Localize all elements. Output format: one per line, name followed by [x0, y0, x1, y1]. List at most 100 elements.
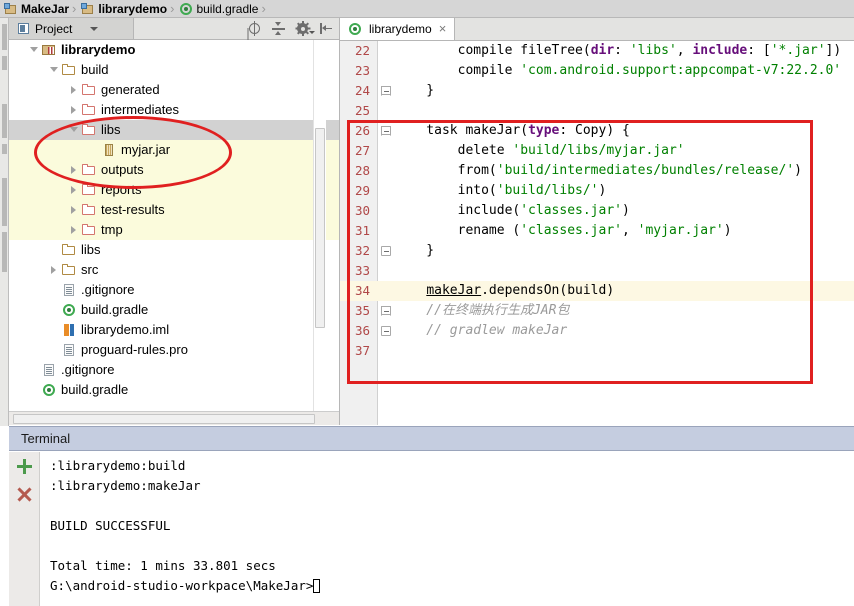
code-fold-icon[interactable] — [381, 246, 391, 256]
tree-node-label: libs — [101, 122, 121, 137]
code-line-28[interactable]: 28 from('build/intermediates/bundles/rel… — [340, 161, 854, 181]
chevron-right-icon[interactable] — [67, 220, 81, 240]
code-fold-icon[interactable] — [381, 86, 391, 96]
code-line-33[interactable]: 33 — [340, 261, 854, 281]
code-line-29[interactable]: 29 into('build/libs/') — [340, 181, 854, 201]
code-fold-icon[interactable] — [381, 306, 391, 316]
code-line-text: } — [395, 243, 435, 258]
folder-red-icon — [81, 222, 97, 238]
gear-icon[interactable] — [295, 21, 315, 36]
chevron-down-icon[interactable] — [67, 120, 81, 140]
terminal-prompt[interactable]: G:\android-studio-workpace\MakeJar> — [41, 576, 854, 596]
tree-node-label: src — [81, 262, 99, 277]
collapse-all-icon[interactable] — [271, 21, 286, 36]
code-line-34[interactable]: 34 makeJar.dependsOn(build) — [340, 281, 854, 301]
project-view-icon — [17, 22, 30, 35]
terminal-cursor — [313, 579, 321, 593]
code-line-36[interactable]: 36 // gradlew makeJar — [340, 321, 854, 341]
new-session-icon[interactable] — [9, 452, 40, 480]
scrollbar-thumb[interactable] — [13, 414, 315, 424]
terminal-header[interactable]: Terminal — [9, 426, 854, 451]
editor-tab-bar: librarydemo × — [340, 18, 854, 41]
code-line-24[interactable]: 24 } — [340, 81, 854, 101]
code-line-text: include('classes.jar') — [395, 203, 630, 218]
chevron-right-icon[interactable] — [67, 100, 81, 120]
tree-node-label: build.gradle — [81, 302, 149, 317]
hide-window-icon[interactable] — [319, 21, 334, 36]
tree-node-libs[interactable]: libs — [9, 120, 339, 140]
breadcrumb-item-librarydemo[interactable]: librarydemo — [77, 0, 169, 18]
tree-vertical-scrollbar[interactable] — [313, 40, 326, 411]
folder-red-icon — [81, 122, 97, 138]
folder-red-icon — [81, 102, 97, 118]
tree-node-intermediates[interactable]: intermediates — [9, 100, 339, 120]
tree-node--gitignore[interactable]: .gitignore — [9, 280, 339, 300]
code-line-30[interactable]: 30 include('classes.jar') — [340, 201, 854, 221]
code-line-text: compile fileTree(dir: 'libs', include: [… — [457, 43, 842, 58]
tree-node-reports[interactable]: reports — [9, 180, 339, 200]
close-icon[interactable]: × — [437, 22, 449, 35]
code-line-32[interactable]: 32 } — [340, 241, 854, 261]
tree-node-myjar-jar[interactable]: myjar.jar — [9, 140, 339, 160]
module-icon — [81, 2, 95, 16]
tree-node-librarydemo[interactable]: librarydemo — [9, 40, 339, 60]
tree-horizontal-scrollbar[interactable] — [9, 411, 339, 425]
tree-node-outputs[interactable]: outputs — [9, 160, 339, 180]
code-line-23[interactable]: 23 compile 'com.android.support:appcompa… — [340, 61, 854, 81]
code-line-35[interactable]: 35 //在终端执行生成JAR包 — [340, 301, 854, 321]
tree-node-build-gradle[interactable]: build.gradle — [9, 380, 339, 400]
chevron-down-icon[interactable] — [47, 60, 61, 80]
code-fold-icon[interactable] — [381, 326, 391, 336]
scrollbar-thumb[interactable] — [315, 128, 325, 328]
tree-node-build-gradle[interactable]: build.gradle — [9, 300, 339, 320]
code-line-22[interactable]: 22 compile fileTree(dir: 'libs', include… — [340, 41, 854, 61]
tree-node-label: .gitignore — [81, 282, 135, 297]
chevron-down-icon[interactable] — [27, 40, 41, 60]
code-line-31[interactable]: 31 rename ('classes.jar', 'myjar.jar') — [340, 221, 854, 241]
line-number: 29 — [354, 183, 370, 198]
chevron-down-icon[interactable] — [90, 26, 99, 31]
tree-node-librarydemo-iml[interactable]: librarydemo.iml — [9, 320, 339, 340]
project-tree[interactable]: librarydemo build generated intermediates li… — [9, 40, 339, 411]
code-text-area[interactable]: 22 compile fileTree(dir: 'libs', include… — [340, 41, 854, 425]
chevron-right-icon[interactable] — [67, 180, 81, 200]
chevron-right-icon[interactable] — [47, 260, 61, 280]
folder-red-icon — [81, 162, 97, 178]
close-session-icon[interactable] — [9, 480, 40, 508]
terminal-line: BUILD SUCCESSFUL — [50, 518, 171, 533]
code-line-text: from('build/intermediates/bundles/releas… — [395, 163, 802, 178]
tree-node-test-results[interactable]: test-results — [9, 200, 339, 220]
terminal-output[interactable]: :librarydemo:build:librarydemo:makeJar BU… — [41, 452, 854, 606]
chevron-right-icon[interactable] — [67, 80, 81, 100]
line-number: 27 — [354, 143, 370, 158]
chevron-right-icon[interactable] — [67, 200, 81, 220]
breadcrumb-label: build.gradle — [196, 1, 259, 16]
locate-icon[interactable] — [247, 21, 262, 36]
folder-icon — [61, 242, 77, 258]
code-line-25[interactable]: 25 — [340, 101, 854, 121]
breadcrumb-item-build-gradle[interactable]: build.gradle — [175, 0, 260, 18]
tree-node-label: build — [81, 62, 109, 77]
tree-node-libs[interactable]: libs — [9, 240, 339, 260]
tab-project[interactable]: Project — [9, 18, 134, 39]
code-line-text: rename ('classes.jar', 'myjar.jar') — [395, 223, 732, 238]
breadcrumb-item-makejar[interactable]: MakeJar — [0, 0, 71, 18]
chevron-down-icon[interactable] — [309, 31, 315, 34]
tree-node-generated[interactable]: generated — [9, 80, 339, 100]
tab-librarydemo[interactable]: librarydemo × — [340, 18, 456, 40]
tree-node-src[interactable]: src — [9, 260, 339, 280]
line-number: 33 — [354, 263, 370, 278]
code-line-text: into('build/libs/') — [395, 183, 607, 198]
tree-node-build[interactable]: build — [9, 60, 339, 80]
tree-node-proguard-rules-pro[interactable]: proguard-rules.pro — [9, 340, 339, 360]
code-line-37[interactable]: 37 — [340, 341, 854, 361]
code-fold-icon[interactable] — [381, 126, 391, 136]
tree-node-tmp[interactable]: tmp — [9, 220, 339, 240]
code-line-27[interactable]: 27 delete 'build/libs/myjar.jar' — [340, 141, 854, 161]
chevron-right-icon[interactable] — [67, 160, 81, 180]
tree-node--gitignore[interactable]: .gitignore — [9, 360, 339, 380]
code-line-26[interactable]: 26 task makeJar(type: Copy) { — [340, 121, 854, 141]
code-line-text: compile 'com.android.support:appcompat-v… — [395, 63, 842, 78]
